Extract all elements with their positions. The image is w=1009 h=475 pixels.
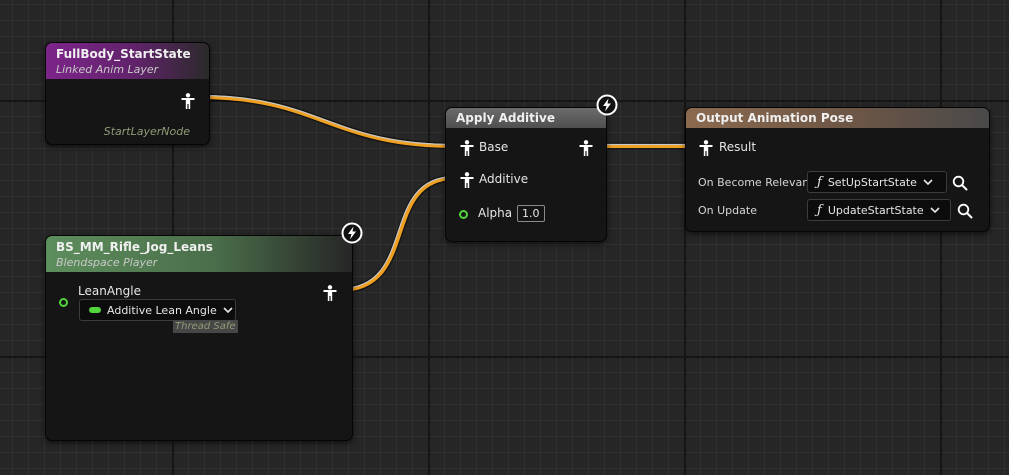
pose-output-pin-icon[interactable] [323,285,337,301]
on-update-function-dropdown[interactable]: ƒ UpdateStartState [807,199,951,221]
lightning-bolt-icon [341,222,363,244]
lightning-bolt-icon [596,94,618,116]
pose-output-pin-icon[interactable] [579,140,593,156]
magnifier-icon[interactable] [952,175,968,191]
base-pose-pin-icon[interactable] [460,140,474,156]
magnifier-icon[interactable] [957,203,973,219]
node-header[interactable]: Output Animation Pose [686,108,989,128]
node-subtitle: Blendspace Player [56,256,158,269]
alpha-pin-label: Alpha [478,206,513,220]
node-apply-additive[interactable]: Apply Additive Base Additive Alpha 1.0 [445,94,618,242]
wire-fullbody-to-base [198,93,456,150]
node-title: FullBody_StartState [56,47,191,61]
node-title: Apply Additive [456,111,555,125]
base-pin-label: Base [479,140,509,154]
variable-name: Additive Lean Angle [107,303,217,317]
node-header[interactable]: BS_MM_Rifle_Jog_Leans Blendspace Player [46,236,352,272]
function-name: SetUpStartState [827,175,917,189]
additive-pin-label: Additive [479,172,529,186]
alpha-value-input[interactable]: 1.0 [517,205,545,222]
result-pin-label: Result [719,140,757,154]
function-f-icon: ƒ [817,174,822,190]
pose-output-pin-icon[interactable] [181,93,195,109]
lean-angle-variable-dropdown[interactable]: Additive Lean Angle [79,299,236,321]
on-update-label: On Update [698,204,757,217]
node-title: Output Animation Pose [696,111,854,125]
circle-pin-icon[interactable] [59,298,68,307]
function-f-icon: ƒ [817,202,822,218]
function-name: UpdateStartState [827,203,924,217]
node-title: BS_MM_Rifle_Jog_Leans [56,240,213,254]
chevron-down-icon [930,207,940,214]
thread-safe-badge: Thread Safe [173,320,238,333]
node-header[interactable]: FullBody_StartState Linked Anim Layer [46,43,209,79]
result-pose-pin-icon[interactable] [699,140,713,156]
additive-pose-pin-icon[interactable] [460,172,474,188]
chevron-down-icon [223,307,233,314]
node-footer-label: StartLayerNode [103,125,190,138]
wire-additive-to-result [595,142,697,150]
leanangle-pin-label: LeanAngle [78,284,141,298]
chevron-down-icon [923,179,933,186]
on-become-relevant-label: On Become Relevant [698,176,814,189]
node-header[interactable]: Apply Additive [446,108,606,128]
float-variable-icon [89,307,101,313]
node-subtitle: Linked Anim Layer [56,63,159,76]
node-output-animation-pose[interactable]: Output Animation Pose Result On Become R… [685,107,990,232]
circle-pin-icon[interactable] [459,210,468,219]
node-fullbody-startstate[interactable]: FullBody_StartState Linked Anim Layer St… [45,42,210,145]
node-blendspace-player[interactable]: BS_MM_Rifle_Jog_Leans Blendspace Player … [45,222,363,441]
on-become-relevant-function-dropdown[interactable]: ƒ SetUpStartState [807,171,947,193]
